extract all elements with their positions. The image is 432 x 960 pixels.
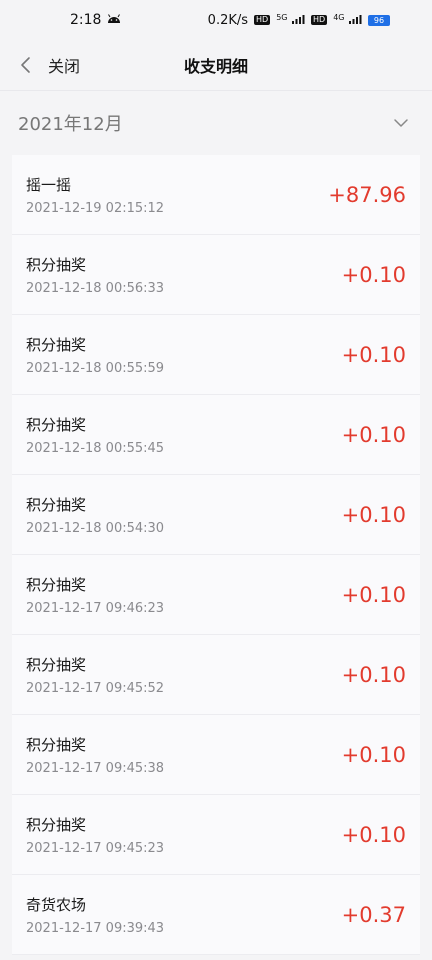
item-name: 积分抽奖 [26,255,87,274]
item-name: 积分抽奖 [26,815,87,834]
network-speed: 0.2K/s [207,12,249,28]
chevron-down-icon [392,114,410,132]
list-item[interactable]: 积分抽奖 2021-12-18 00:56:33 +0.10 [12,235,420,315]
list-item[interactable]: 奇货农场 2021-12-17 09:39:43 +0.37 [12,875,420,955]
item-name: 摇一摇 [26,175,72,194]
status-right: 0.2K/s HD 5G HD 4G 96 [208,13,390,28]
item-time: 2021-12-17 09:45:23 [26,840,165,856]
list-item[interactable]: 积分抽奖 2021-12-17 09:45:23 +0.10 [12,795,420,875]
month-label: 2021年12月 [18,114,123,135]
item-info: 积分抽奖 2021-12-17 09:45:38 [26,734,164,776]
item-amount: +0.10 [341,502,406,527]
item-info: 积分抽奖 2021-12-17 09:45:23 [26,814,164,856]
signal-5g-icon: 5G [276,14,305,26]
signal-4g-icon: 4G [333,14,362,26]
android-icon [107,14,121,26]
item-name: 积分抽奖 [26,415,87,434]
item-time: 2021-12-17 09:39:43 [26,920,165,936]
item-info: 积分抽奖 2021-12-18 00:56:33 [26,254,164,296]
transaction-list: 摇一摇 2021-12-19 02:15:12 +87.96 积分抽奖 2021… [12,155,420,955]
item-info: 积分抽奖 2021-12-18 00:55:45 [26,414,164,456]
item-name: 积分抽奖 [26,735,87,754]
item-info: 积分抽奖 2021-12-17 09:46:23 [26,574,164,616]
item-amount: +0.37 [341,902,406,927]
hd-badge-2: HD [311,15,328,25]
item-time: 2021-12-18 00:56:33 [26,280,165,296]
item-info: 积分抽奖 2021-12-18 00:55:59 [26,334,164,376]
item-name: 积分抽奖 [26,335,87,354]
item-time: 2021-12-18 00:54:30 [26,520,165,536]
list-item[interactable]: 积分抽奖 2021-12-17 09:45:38 +0.10 [12,715,420,795]
item-amount: +0.10 [341,342,406,367]
item-amount: +0.10 [341,262,406,287]
item-amount: +0.10 [341,422,406,447]
list-item[interactable]: 积分抽奖 2021-12-17 09:45:52 +0.10 [12,635,420,715]
battery-level: 96 [373,15,385,25]
month-selector[interactable]: 2021年12月 [0,91,432,155]
signal-4g-label: 4G [333,13,345,22]
item-amount: +0.10 [341,662,406,687]
chevron-left-icon [16,55,36,75]
item-name: 奇货农场 [26,895,87,914]
title-bar: 关闭 收支明细 [0,40,432,91]
item-info: 摇一摇 2021-12-19 02:15:12 [26,174,164,216]
item-time: 2021-12-17 09:45:52 [26,680,165,696]
status-left: 2:18 [70,12,121,28]
status-time: 2:18 [70,12,102,28]
item-amount: +0.10 [341,582,406,607]
item-info: 奇货农场 2021-12-17 09:39:43 [26,894,164,936]
item-info: 积分抽奖 2021-12-18 00:54:30 [26,494,164,536]
item-time: 2021-12-17 09:46:23 [26,600,165,616]
list-item[interactable]: 摇一摇 2021-12-19 02:15:12 +87.96 [12,155,420,235]
hd-badge-1: HD [254,15,271,25]
list-item[interactable]: 积分抽奖 2021-12-18 00:55:59 +0.10 [12,315,420,395]
item-amount: +87.96 [328,182,406,207]
signal-5g-label: 5G [276,13,288,22]
item-info: 积分抽奖 2021-12-17 09:45:52 [26,654,164,696]
item-name: 积分抽奖 [26,655,87,674]
list-item[interactable]: 积分抽奖 2021-12-18 00:55:45 +0.10 [12,395,420,475]
close-label: 关闭 [48,57,81,76]
battery-icon: 96 [368,14,390,26]
item-time: 2021-12-18 00:55:59 [26,360,165,376]
list-item[interactable]: 积分抽奖 2021-12-17 09:46:23 +0.10 [12,555,420,635]
item-amount: +0.10 [341,822,406,847]
status-bar: 2:18 0.2K/s HD 5G HD 4G 96 [0,0,432,40]
item-name: 积分抽奖 [26,575,87,594]
list-item[interactable]: 积分抽奖 2021-12-18 00:54:30 +0.10 [12,475,420,555]
item-time: 2021-12-17 09:45:38 [26,760,165,776]
item-time: 2021-12-18 00:55:45 [26,440,165,456]
close-button[interactable]: 关闭 [16,53,80,77]
item-amount: +0.10 [341,742,406,767]
item-name: 积分抽奖 [26,495,87,514]
item-time: 2021-12-19 02:15:12 [26,200,165,216]
